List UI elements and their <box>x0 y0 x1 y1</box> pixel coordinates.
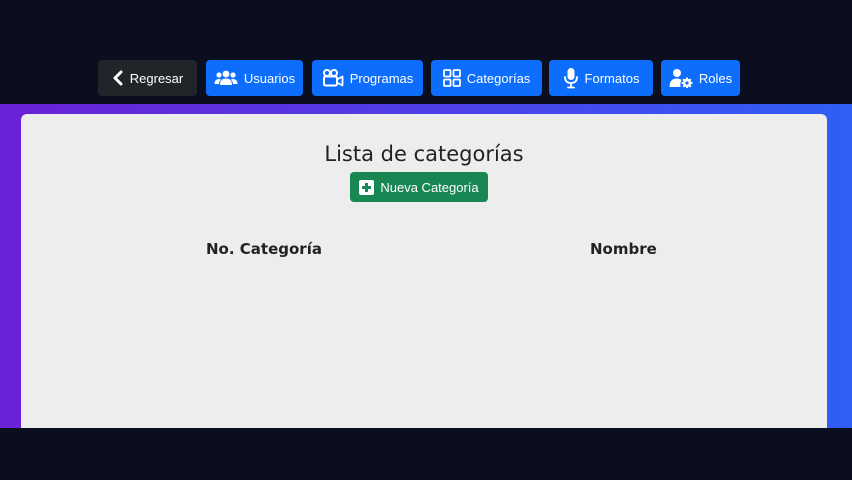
nav-button-roles-label: Roles <box>698 70 733 86</box>
nav-button-users-label: Usuarios <box>243 70 296 86</box>
users-icon <box>214 70 238 85</box>
grid-icon <box>442 69 461 87</box>
top-navbar: Regresar Usuarios Programas Categorías F… <box>0 0 852 104</box>
microphone-icon <box>563 68 578 89</box>
new-category-button[interactable]: Nueva Categoría <box>350 172 488 202</box>
chevron-left-icon <box>113 70 123 86</box>
nav-button-programs[interactable]: Programas <box>312 60 423 96</box>
nav-button-formats[interactable]: Formatos <box>549 60 653 96</box>
new-category-button-label: Nueva Categoría <box>380 179 479 195</box>
back-button[interactable]: Regresar <box>98 60 197 96</box>
content-card: Lista de categorías Nueva Categoría No. … <box>21 114 827 428</box>
nav-button-categories-label: Categorías <box>466 70 531 86</box>
nav-button-formats-label: Formatos <box>584 70 640 86</box>
plus-square-icon <box>359 179 375 195</box>
nav-button-roles[interactable]: Roles <box>661 60 740 96</box>
video-camera-icon <box>322 69 344 87</box>
user-gear-icon <box>669 69 693 88</box>
table-header-number: No. Categoría <box>206 240 322 258</box>
nav-button-categories[interactable]: Categorías <box>431 60 542 96</box>
nav-button-programs-label: Programas <box>349 70 414 86</box>
page-title: Lista de categorías <box>324 142 524 166</box>
bottom-bar <box>0 428 852 480</box>
nav-button-users[interactable]: Usuarios <box>206 60 303 96</box>
table-header-name: Nombre <box>590 240 657 258</box>
back-button-label: Regresar <box>129 70 184 86</box>
